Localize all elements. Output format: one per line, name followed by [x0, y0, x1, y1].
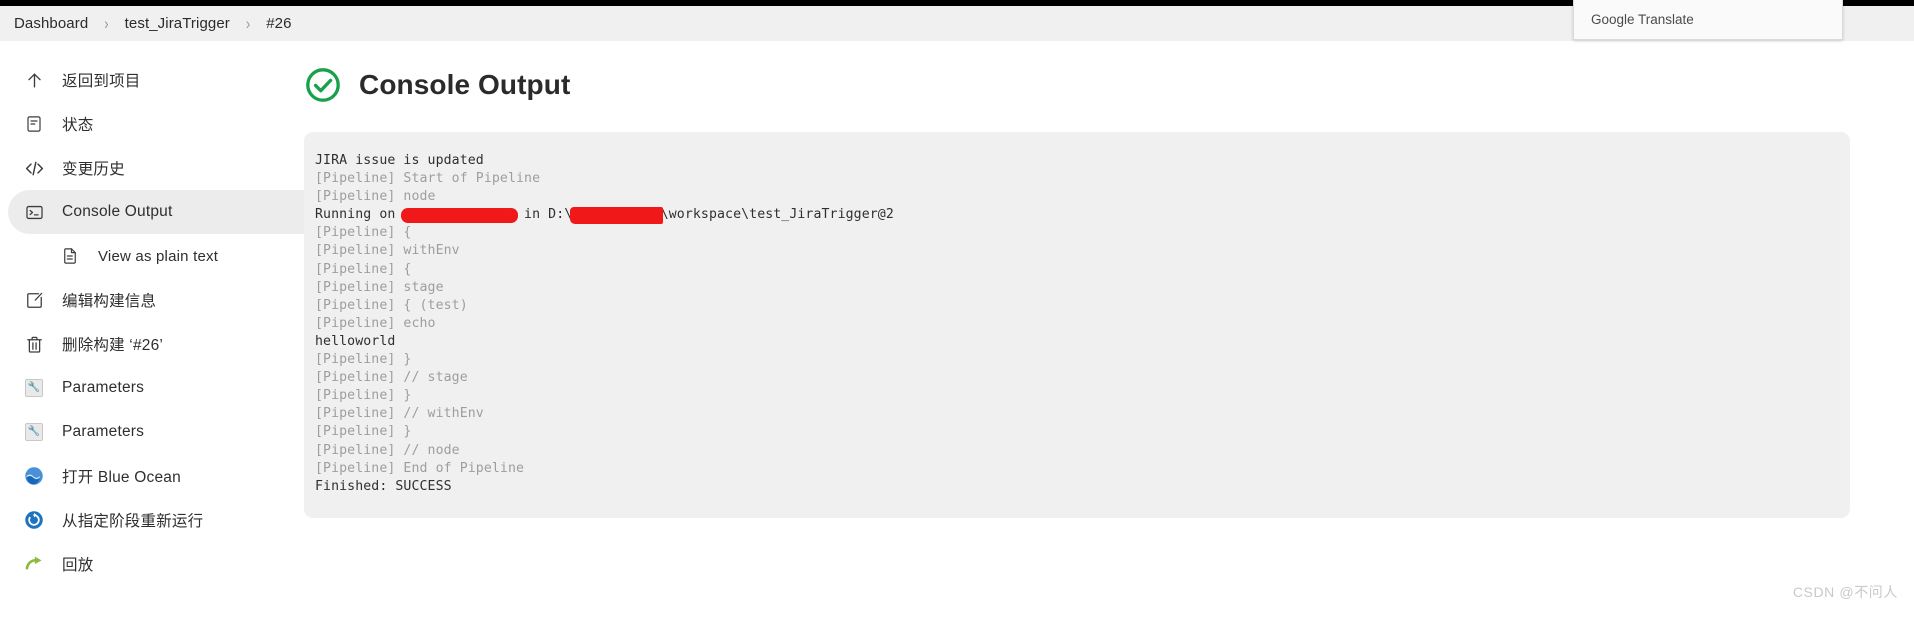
log-line: JIRA issue is updated: [315, 153, 484, 168]
restart-stage-icon: [22, 508, 46, 532]
log-line: [Pipeline] }: [315, 352, 412, 368]
log-prefix: Running on: [315, 207, 404, 223]
breadcrumb-item-job[interactable]: test_JiraTrigger: [125, 15, 230, 32]
sidebar-item-label: 变更历史: [62, 161, 125, 178]
main-content: Console Output JIRA issue is updated [Pi…: [304, 48, 1914, 618]
sidebar-item-label: Parameters: [62, 379, 145, 396]
sidebar-item-label: 删除构建 ‘#26’: [62, 337, 164, 354]
sidebar-item-label: 回放: [62, 557, 94, 574]
parameters-icon: 🔧: [22, 376, 46, 400]
sidebar-item-edit-build-info[interactable]: 编辑构建信息: [8, 278, 326, 322]
sidebar-item-back-to-project[interactable]: 返回到项目: [8, 58, 326, 102]
blue-ocean-icon: [22, 464, 46, 488]
log-line: [Pipeline] // node: [315, 442, 460, 458]
sidebar-item-parameters-1[interactable]: 🔧 Parameters: [8, 366, 326, 410]
log-line: [Pipeline] // withEnv: [315, 406, 484, 422]
page-root: Dashboard › test_JiraTrigger › #26 Googl…: [0, 0, 1914, 618]
log-suffix: \workspace\test_JiraTrigger@2: [660, 207, 894, 223]
terminal-icon: [22, 200, 46, 224]
log-line: [Pipeline] // stage: [315, 370, 468, 386]
page-title: Console Output: [359, 69, 571, 100]
google-translate-popup[interactable]: Google Translate: [1573, 0, 1843, 40]
google-translate-label: Google Translate: [1591, 12, 1694, 27]
sidebar-item-label: View as plain text: [98, 247, 219, 265]
chevron-right-icon: ›: [104, 14, 109, 33]
log-line: [Pipeline] {: [315, 261, 412, 277]
trash-icon: [22, 332, 46, 356]
sidebar-item-status[interactable]: 状态: [8, 102, 326, 146]
sidebar-item-console-output[interactable]: Console Output: [8, 190, 326, 234]
redacted-path-segment: xxxxxxxxxxx: [570, 206, 664, 225]
sidebar-item-restart-from-stage[interactable]: 从指定阶段重新运行: [8, 498, 326, 542]
breadcrumb-item-build[interactable]: #26: [266, 15, 291, 32]
breadcrumb-item-dashboard[interactable]: Dashboard: [14, 15, 88, 32]
sidebar-item-label: 状态: [62, 117, 94, 134]
replay-icon: [22, 552, 46, 576]
sidebar: 返回到项目 状态 变更历史 Console Output View as pla: [0, 48, 340, 618]
sidebar-item-label: 打开 Blue Ocean: [62, 469, 181, 486]
csdn-watermark: CSDN @不问人: [1792, 584, 1898, 600]
success-check-circle-icon: [304, 66, 342, 104]
parameters-icon: 🔧: [22, 420, 46, 444]
sidebar-item-label: 编辑构建信息: [62, 293, 157, 310]
log-line: [Pipeline] }: [315, 388, 412, 404]
sidebar-item-label: Console Output: [62, 203, 173, 220]
document-status-icon: [22, 112, 46, 136]
sidebar-item-parameters-2[interactable]: 🔧 Parameters: [8, 410, 326, 454]
log-line: [Pipeline] withEnv: [315, 243, 460, 259]
chevron-right-icon: ›: [245, 14, 251, 33]
page-header: Console Output: [304, 48, 1914, 104]
sidebar-item-view-as-plain-text[interactable]: View as plain text: [44, 234, 326, 278]
plain-text-file-icon: [58, 244, 82, 268]
sidebar-item-open-blue-ocean[interactable]: 打开 Blue Ocean: [8, 454, 326, 498]
log-line: [Pipeline] { (test): [315, 297, 468, 313]
log-line: [Pipeline] {: [315, 225, 412, 241]
sidebar-item-label: 返回到项目: [62, 73, 141, 90]
log-line: [Pipeline] }: [315, 424, 412, 440]
log-line-finished: Finished: SUCCESS: [315, 478, 452, 494]
log-line: [Pipeline] Start of Pipeline: [315, 171, 541, 187]
sidebar-item-changes[interactable]: 变更历史: [8, 146, 326, 190]
log-line: [Pipeline] End of Pipeline: [315, 460, 525, 476]
arrow-up-icon: [22, 68, 46, 92]
sidebar-item-replay[interactable]: 回放: [8, 542, 326, 586]
console-output-panel[interactable]: JIRA issue is updated [Pipeline] Start o…: [304, 132, 1850, 518]
edit-square-icon: [22, 288, 46, 312]
log-line: [Pipeline] echo: [315, 315, 436, 331]
log-middle: in D:\: [516, 207, 573, 223]
sidebar-item-label: Parameters: [62, 423, 145, 440]
sidebar-item-delete-build[interactable]: 删除构建 ‘#26’: [8, 322, 326, 366]
log-line-running-on: Running on xxxxxxxxxxxxxx in D:\xxxxxxxx…: [315, 206, 1850, 225]
log-line: [Pipeline] node: [315, 189, 436, 205]
sidebar-item-label: 从指定阶段重新运行: [62, 513, 204, 530]
log-line: helloworld: [315, 333, 396, 349]
redacted-node-name: xxxxxxxxxxxxxx: [401, 206, 518, 224]
code-brackets-icon: [22, 156, 46, 180]
log-line: [Pipeline] stage: [315, 279, 444, 295]
